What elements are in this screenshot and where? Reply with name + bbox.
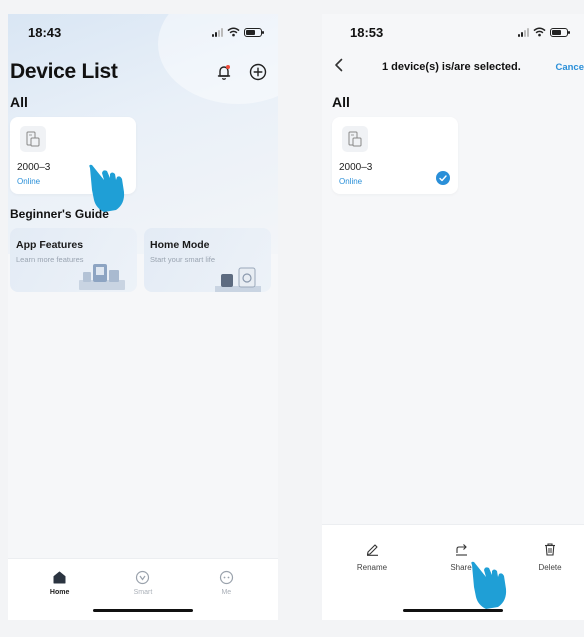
signal-icon — [518, 27, 529, 37]
section-label-all: All — [332, 94, 350, 110]
delete-button[interactable]: Delete — [525, 541, 575, 572]
guide-card-subtitle: Learn more features — [16, 255, 84, 264]
section-label-all: All — [10, 94, 28, 110]
action-label: Rename — [356, 563, 388, 572]
status-icons — [518, 27, 570, 37]
home-indicator — [93, 609, 193, 612]
router-device-icon — [342, 126, 368, 152]
battery-icon — [244, 27, 264, 37]
home-icon — [52, 569, 68, 585]
tab-label: Smart — [133, 589, 153, 596]
router-device-icon — [20, 126, 46, 152]
tab-label: Home — [49, 589, 70, 596]
tab-me[interactable]: Me — [196, 559, 256, 620]
app-features-card[interactable]: App Features Learn more features — [10, 228, 137, 292]
status-bar: 18:53 — [322, 14, 584, 50]
add-device-icon[interactable] — [248, 62, 268, 82]
device-status: Online — [17, 177, 41, 186]
rename-icon — [364, 541, 380, 557]
pointer-hand-icon — [89, 164, 125, 212]
page-title: Device List — [10, 60, 118, 83]
home-mode-illustration — [215, 267, 261, 292]
rename-button[interactable]: Rename — [347, 541, 397, 572]
checkmark-icon[interactable] — [436, 171, 450, 185]
pointer-hand-icon — [471, 561, 507, 609]
battery-icon — [550, 27, 570, 37]
share-icon — [453, 541, 469, 557]
device-card-selected[interactable]: 2000–3 Online — [332, 117, 458, 194]
bulk-action-bar: Rename Share Delete — [322, 524, 584, 620]
bottom-tab-bar: Home Smart Me — [8, 558, 278, 620]
selection-header: 1 device(s) is/are selected. Cance — [322, 58, 584, 78]
smart-icon — [135, 569, 151, 585]
selection-count-text: 1 device(s) is/are selected. — [382, 61, 521, 73]
guide-card-subtitle: Start your smart life — [150, 255, 216, 264]
status-icons — [212, 27, 264, 37]
guide-card-title: App Features — [16, 239, 84, 251]
wifi-icon — [227, 27, 240, 37]
device-name: 2000–3 — [17, 162, 51, 173]
notification-bell-icon[interactable] — [214, 62, 234, 82]
delete-icon — [542, 541, 558, 557]
device-list-screen: 18:43 Device List All 2000–3 Online Begi… — [8, 14, 278, 620]
device-name: 2000–3 — [339, 162, 373, 173]
action-label: Delete — [538, 563, 562, 572]
wifi-icon — [533, 27, 546, 37]
device-status: Online — [339, 177, 363, 186]
back-chevron-icon[interactable] — [334, 58, 344, 77]
tab-label: Me — [221, 589, 232, 596]
header-actions — [214, 62, 268, 82]
status-time: 18:43 — [28, 24, 62, 40]
tab-home[interactable]: Home — [30, 559, 90, 620]
home-mode-card[interactable]: Home Mode Start your smart life — [144, 228, 271, 292]
me-icon — [218, 569, 234, 585]
signal-icon — [212, 27, 223, 37]
cancel-button[interactable]: Cance — [555, 62, 584, 73]
device-selection-screen: 18:53 1 device(s) is/are selected. Cance… — [322, 14, 584, 620]
guide-card-title: Home Mode — [150, 239, 210, 251]
status-bar: 18:43 — [8, 14, 278, 50]
app-features-illustration — [79, 264, 125, 290]
status-time: 18:53 — [350, 24, 384, 40]
